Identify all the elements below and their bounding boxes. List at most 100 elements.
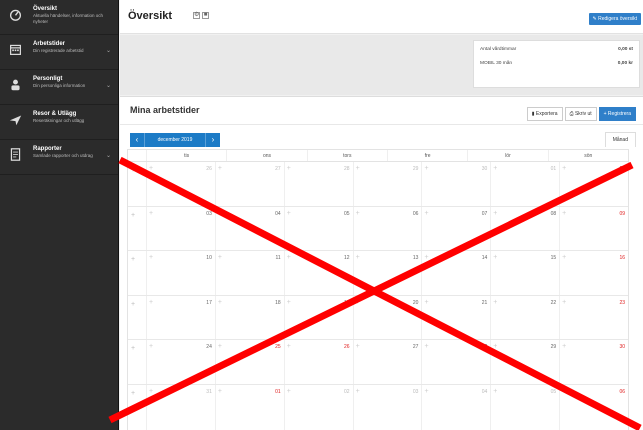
add-entry-icon[interactable]: +	[493, 388, 497, 395]
print-button[interactable]: ⎙ Skriv ut	[564, 107, 597, 121]
calendar-day[interactable]: 30 +	[559, 340, 628, 384]
add-entry-icon[interactable]: +	[424, 254, 428, 261]
settings-icon[interactable]: ⚙	[193, 12, 200, 19]
calendar-day[interactable]: 08 +	[490, 206, 559, 251]
calendar-day[interactable]: 15 +	[490, 251, 559, 295]
calendar-day[interactable]: 29 +	[490, 340, 559, 384]
add-entry-icon[interactable]: +	[562, 210, 566, 217]
add-entry-icon[interactable]: +	[149, 343, 153, 350]
add-entry-icon[interactable]: +	[356, 343, 360, 350]
calendar-day[interactable]: 29 +	[352, 162, 422, 206]
add-entry-icon[interactable]: +	[562, 343, 566, 350]
calendar-day[interactable]: 27 +	[352, 340, 422, 384]
sidebar-item-rapporter[interactable]: Rapporter Samlade rapporter och utdrag ⌄	[0, 140, 118, 175]
add-entry-icon[interactable]: +	[562, 299, 566, 306]
add-entry-icon[interactable]: +	[218, 210, 222, 217]
chevron-left-icon[interactable]: ‹	[130, 133, 144, 147]
add-entry-icon[interactable]: +	[149, 299, 153, 306]
calendar-day[interactable]: 06 +	[352, 206, 422, 251]
calendar-day[interactable]: 01 +	[214, 384, 284, 430]
add-entry-icon[interactable]: +	[424, 210, 428, 217]
add-entry-icon[interactable]: +	[218, 254, 222, 261]
calendar-day[interactable]: 26 +	[146, 162, 215, 206]
calendar-day[interactable]: 04 +	[214, 206, 284, 251]
calendar-day[interactable]: 02 +	[283, 384, 353, 430]
add-entry-icon[interactable]: +	[218, 299, 222, 306]
add-entry-icon[interactable]: +	[356, 165, 360, 172]
add-entry-icon[interactable]: +	[356, 210, 360, 217]
calendar-day[interactable]: 04 +	[421, 384, 490, 430]
calendar-day[interactable]: 26 +	[283, 340, 353, 384]
register-button[interactable]: + Registrera	[598, 107, 636, 121]
bookmark-icon[interactable]: ■	[202, 12, 209, 19]
sidebar-item-arbetstider[interactable]: Arbetstider Din registrerade arbetstid ⌄	[0, 35, 118, 70]
calendar-day[interactable]: 07 +	[421, 206, 490, 251]
add-entry-icon[interactable]: +	[128, 385, 146, 430]
calendar-day[interactable]: 06 +	[559, 384, 628, 430]
add-entry-icon[interactable]: +	[287, 210, 291, 217]
calendar-day[interactable]: 11 +	[214, 251, 284, 295]
add-entry-icon[interactable]: +	[356, 299, 360, 306]
add-entry-icon[interactable]: +	[287, 343, 291, 350]
calendar-day[interactable]: 12 +	[283, 251, 353, 295]
sidebar-item-resor[interactable]: Resor & Utlägg Reseräkningar och utlägg	[0, 105, 118, 140]
calendar-day[interactable]: 23 +	[559, 295, 628, 340]
add-entry-icon[interactable]: +	[149, 254, 153, 261]
add-entry-icon[interactable]: +	[128, 207, 146, 251]
calendar-day[interactable]: 22 +	[490, 295, 559, 340]
tab-month[interactable]: Månad	[604, 132, 636, 147]
edit-overview-button[interactable]: ✎ Redigera översikt	[588, 13, 641, 25]
add-entry-icon[interactable]: +	[562, 254, 566, 261]
export-button[interactable]: ▮ Exportera	[526, 107, 563, 121]
add-entry-icon[interactable]: +	[218, 165, 222, 172]
calendar-day[interactable]: 14 +	[421, 251, 490, 295]
calendar-day[interactable]: 03 +	[146, 206, 215, 251]
add-entry-icon[interactable]: +	[149, 388, 153, 395]
add-entry-icon[interactable]: +	[562, 388, 566, 395]
add-entry-icon[interactable]: +	[493, 165, 497, 172]
calendar-day[interactable]: 25 +	[214, 340, 284, 384]
calendar-day[interactable]: 03 +	[352, 384, 422, 430]
add-entry-icon[interactable]: +	[287, 254, 291, 261]
calendar-day[interactable]: 17 +	[146, 295, 215, 340]
add-entry-icon[interactable]: +	[149, 165, 153, 172]
month-label[interactable]: december 2019	[144, 133, 206, 147]
calendar-day[interactable]: 09 +	[559, 206, 628, 251]
calendar-day[interactable]: 13 +	[352, 251, 422, 295]
calendar-day[interactable]: 30 +	[421, 162, 490, 206]
add-entry-icon[interactable]: +	[287, 388, 291, 395]
add-entry-icon[interactable]: +	[287, 165, 291, 172]
add-entry-icon[interactable]: +	[128, 340, 146, 384]
calendar-day[interactable]: 28 +	[283, 162, 353, 206]
calendar-day[interactable]: 05 +	[283, 206, 353, 251]
chevron-right-icon[interactable]: ›	[206, 133, 220, 147]
add-entry-icon[interactable]: +	[218, 343, 222, 350]
calendar-day[interactable]: 02 +	[559, 162, 628, 206]
calendar-day[interactable]: 20 +	[352, 295, 422, 340]
sidebar-item-personligt[interactable]: Personligt Din personliga information ⌄	[0, 70, 118, 105]
add-entry-icon[interactable]: +	[128, 296, 146, 340]
add-entry-icon[interactable]: +	[424, 388, 428, 395]
add-entry-icon[interactable]: +	[356, 254, 360, 261]
calendar-day[interactable]: 27 +	[214, 162, 284, 206]
calendar-day[interactable]: 01 +	[490, 162, 559, 206]
calendar-day[interactable]: 21 +	[421, 295, 490, 340]
add-entry-icon[interactable]: +	[493, 210, 497, 217]
sidebar-item-oversikt[interactable]: Översikt Aktuella händelser, information…	[0, 0, 118, 35]
add-entry-icon[interactable]: +	[493, 299, 497, 306]
add-entry-icon[interactable]: +	[356, 388, 360, 395]
add-entry-icon[interactable]: +	[149, 210, 153, 217]
add-entry-icon[interactable]: +	[287, 299, 291, 306]
add-entry-icon[interactable]: +	[128, 251, 146, 295]
calendar-day[interactable]: 24 +	[146, 340, 215, 384]
add-entry-icon[interactable]: +	[218, 388, 222, 395]
calendar-day[interactable]: 28 +	[421, 340, 490, 384]
calendar-day[interactable]: 16 +	[559, 251, 628, 295]
add-entry-icon[interactable]: +	[424, 343, 428, 350]
add-entry-icon[interactable]: +	[562, 165, 566, 172]
add-entry-icon[interactable]: +	[493, 254, 497, 261]
add-entry-icon[interactable]: +	[128, 162, 146, 206]
add-entry-icon[interactable]: +	[493, 343, 497, 350]
calendar-day[interactable]: 05 +	[490, 384, 559, 430]
calendar-day[interactable]: 10 +	[146, 251, 215, 295]
